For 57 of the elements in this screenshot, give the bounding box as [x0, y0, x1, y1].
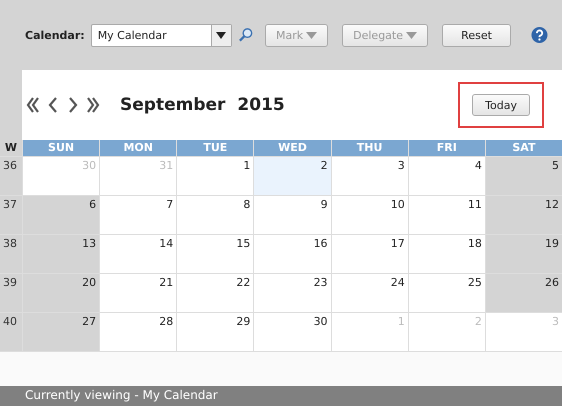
week-number: 37 [0, 196, 22, 234]
week-number: 39 [0, 274, 22, 312]
calendar-label: Calendar: [25, 28, 85, 42]
day-cell[interactable]: 28 [100, 313, 176, 351]
day-cell[interactable]: 24 [332, 274, 408, 312]
day-heading: FRI [408, 140, 485, 156]
day-heading: THU [332, 140, 408, 156]
day-cell[interactable]: 9 [254, 196, 331, 234]
day-cell[interactable]: 3 [332, 157, 408, 195]
day-cell[interactable]: 19 [486, 235, 562, 273]
right-icon[interactable] [66, 96, 80, 114]
day-heading: TUE [177, 140, 254, 156]
calendar-select[interactable]: My Calendar [90, 24, 232, 46]
double-right-icon[interactable] [86, 96, 100, 114]
day-cell[interactable]: 23 [254, 274, 331, 312]
day-cell[interactable]: 1 [177, 157, 254, 195]
day-heading: SUN [23, 140, 100, 156]
help-icon[interactable] [531, 26, 548, 44]
day-cell[interactable]: 30 [254, 313, 331, 351]
year-title: 2015 [237, 95, 285, 115]
day-cell[interactable]: 15 [177, 235, 254, 273]
week-number: 40 [0, 313, 22, 351]
day-cell[interactable]: 20 [23, 274, 100, 312]
day-cell[interactable]: 11 [408, 196, 485, 234]
day-cell[interactable]: 6 [23, 196, 100, 234]
left-icon[interactable] [46, 96, 60, 114]
day-cell[interactable]: 21 [100, 274, 176, 312]
day-cell[interactable]: 26 [486, 274, 562, 312]
day-cell[interactable]: 16 [254, 235, 331, 273]
double-left-icon[interactable] [26, 96, 40, 114]
day-cell[interactable]: 13 [23, 235, 100, 273]
day-cell[interactable]: 27 [23, 313, 100, 351]
day-cell[interactable]: 4 [408, 157, 485, 195]
today-button[interactable]: Today [472, 94, 530, 116]
day-cell[interactable]: 18 [408, 235, 485, 273]
day-cell[interactable]: 25 [408, 274, 485, 312]
search-icon[interactable] [238, 27, 254, 43]
day-cell[interactable]: 12 [486, 196, 562, 234]
status-bar: Currently viewing - My Calendar [0, 386, 562, 406]
day-cell[interactable]: 8 [177, 196, 254, 234]
week-heading: W [0, 140, 22, 156]
day-cell[interactable]: 10 [332, 196, 408, 234]
day-cell[interactable]: 5 [486, 157, 562, 195]
week-number: 36 [0, 157, 22, 195]
month-title: September [120, 95, 226, 115]
day-cell[interactable]: 2 [254, 157, 331, 195]
week-number: 38 [0, 235, 22, 273]
day-cell[interactable]: 29 [177, 313, 254, 351]
day-cell[interactable]: 7 [100, 196, 176, 234]
day-heading: MON [100, 140, 176, 156]
day-cell[interactable]: 22 [177, 274, 254, 312]
day-heading: SAT [486, 140, 562, 156]
day-cell[interactable]: 14 [100, 235, 176, 273]
caret-icon[interactable] [216, 32, 226, 38]
day-cell[interactable]: 17 [332, 235, 408, 273]
toolbar-button[interactable]: Reset [442, 24, 512, 46]
day-heading: WED [254, 140, 331, 156]
